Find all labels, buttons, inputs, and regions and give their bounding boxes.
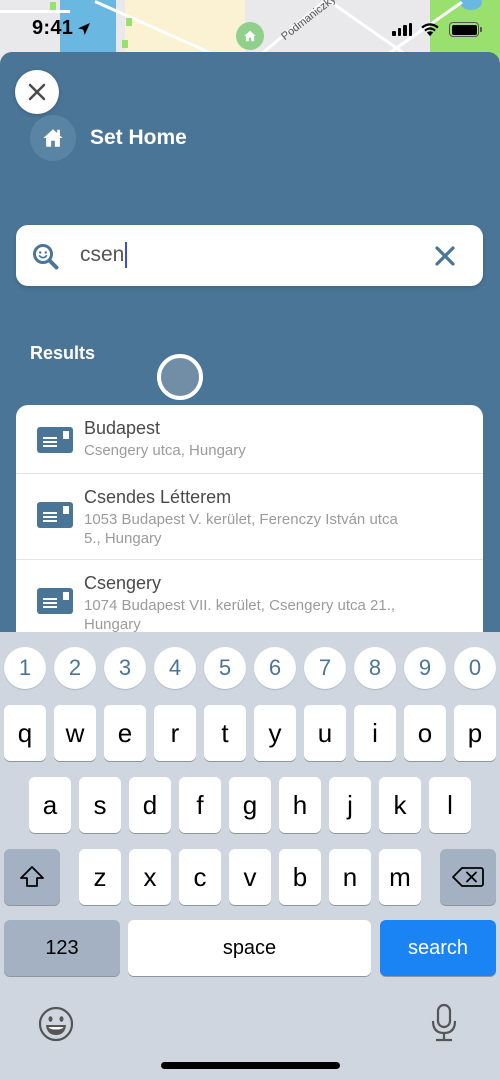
key-6[interactable]: 6 <box>254 647 296 689</box>
key-t[interactable]: t <box>204 705 246 761</box>
cellular-signal-icon <box>392 23 412 36</box>
key-z[interactable]: z <box>79 849 121 905</box>
location-arrow-icon <box>78 23 90 35</box>
touch-indicator <box>157 354 203 400</box>
address-card-icon <box>37 427 73 453</box>
key-d[interactable]: d <box>129 777 171 833</box>
key-m[interactable]: m <box>379 849 421 905</box>
close-button[interactable] <box>15 70 59 114</box>
key-4[interactable]: 4 <box>154 647 196 689</box>
keyboard: 1 2 3 4 5 6 7 8 9 0 q w e r t y u i o p … <box>0 632 500 1080</box>
result-item[interactable]: Csendes Létterem 1053 Budapest V. kerüle… <box>16 474 483 560</box>
key-n[interactable]: n <box>329 849 371 905</box>
key-q[interactable]: q <box>4 705 46 761</box>
status-bar: 9:41 <box>0 0 500 52</box>
shift-icon <box>20 866 44 887</box>
text-caret <box>125 242 128 268</box>
result-title: Budapest <box>84 418 161 438</box>
key-7[interactable]: 7 <box>304 647 346 689</box>
home-indicator[interactable] <box>161 1062 340 1069</box>
search-input[interactable]: csen <box>16 225 483 286</box>
search-key[interactable]: search <box>380 920 496 976</box>
result-title: Csengery <box>84 573 162 593</box>
wifi-icon <box>421 23 439 37</box>
result-subtitle: 1074 Budapest VII. kerület, Csengery utc… <box>84 597 396 633</box>
search-input-value[interactable]: csen <box>80 242 128 268</box>
result-item[interactable]: Budapest Csengery utca, Hungary <box>16 405 483 474</box>
delete-key[interactable] <box>440 849 496 905</box>
key-v[interactable]: v <box>229 849 271 905</box>
key-3[interactable]: 3 <box>104 647 146 689</box>
clear-icon <box>435 246 455 266</box>
key-k[interactable]: k <box>379 777 421 833</box>
key-w[interactable]: w <box>54 705 96 761</box>
result-item[interactable]: Csengery 1074 Budapest VII. kerület, Cse… <box>16 560 483 635</box>
status-time: 9:41 <box>32 17 74 39</box>
result-title: Csendes Létterem <box>84 487 232 507</box>
results-list: Budapest Csengery utca, Hungary Csendes … <box>16 405 483 635</box>
numbers-switch-key[interactable]: 123 <box>4 920 120 976</box>
clear-search-button[interactable] <box>431 242 459 270</box>
space-key[interactable]: space <box>128 920 371 976</box>
letter-row-3: z x c v b n m <box>79 849 421 905</box>
key-h[interactable]: h <box>279 777 321 833</box>
home-icon <box>43 129 63 147</box>
letter-row-1: q w e r t y u i o p <box>4 705 496 761</box>
letter-row-2: a s d f g h j k l <box>29 777 471 833</box>
key-l[interactable]: l <box>429 777 471 833</box>
key-a[interactable]: a <box>29 777 71 833</box>
results-heading: Results <box>30 343 96 363</box>
number-row: 1 2 3 4 5 6 7 8 9 0 <box>4 647 496 689</box>
key-8[interactable]: 8 <box>354 647 396 689</box>
address-card-icon <box>37 502 73 528</box>
key-o[interactable]: o <box>404 705 446 761</box>
key-f[interactable]: f <box>179 777 221 833</box>
close-icon <box>28 83 46 101</box>
key-y[interactable]: y <box>254 705 296 761</box>
result-subtitle: 1053 Budapest V. kerület, Ferenczy Istvá… <box>84 511 398 547</box>
key-0[interactable]: 0 <box>454 647 496 689</box>
key-x[interactable]: x <box>129 849 171 905</box>
key-1[interactable]: 1 <box>4 647 46 689</box>
key-p[interactable]: p <box>454 705 496 761</box>
battery-icon <box>449 22 482 37</box>
key-g[interactable]: g <box>229 777 271 833</box>
home-icon-badge <box>30 115 76 161</box>
key-i[interactable]: i <box>354 705 396 761</box>
key-u[interactable]: u <box>304 705 346 761</box>
emoji-button[interactable] <box>36 1004 76 1044</box>
key-r[interactable]: r <box>154 705 196 761</box>
microphone-icon <box>431 1003 457 1042</box>
page-title: Set Home <box>90 126 187 149</box>
key-5[interactable]: 5 <box>204 647 246 689</box>
backspace-icon <box>452 867 484 887</box>
sheet-header: Set Home <box>30 114 187 162</box>
key-2[interactable]: 2 <box>54 647 96 689</box>
key-e[interactable]: e <box>104 705 146 761</box>
key-s[interactable]: s <box>79 777 121 833</box>
result-subtitle: Csengery utca, Hungary <box>84 442 246 459</box>
key-j[interactable]: j <box>329 777 371 833</box>
search-icon <box>33 244 59 270</box>
key-9[interactable]: 9 <box>404 647 446 689</box>
search-query-text: csen <box>80 243 125 266</box>
emoji-icon <box>38 1006 74 1042</box>
dictation-button[interactable] <box>424 1002 464 1044</box>
address-card-icon <box>37 588 73 614</box>
shift-key[interactable] <box>4 849 60 905</box>
key-b[interactable]: b <box>279 849 321 905</box>
key-c[interactable]: c <box>179 849 221 905</box>
